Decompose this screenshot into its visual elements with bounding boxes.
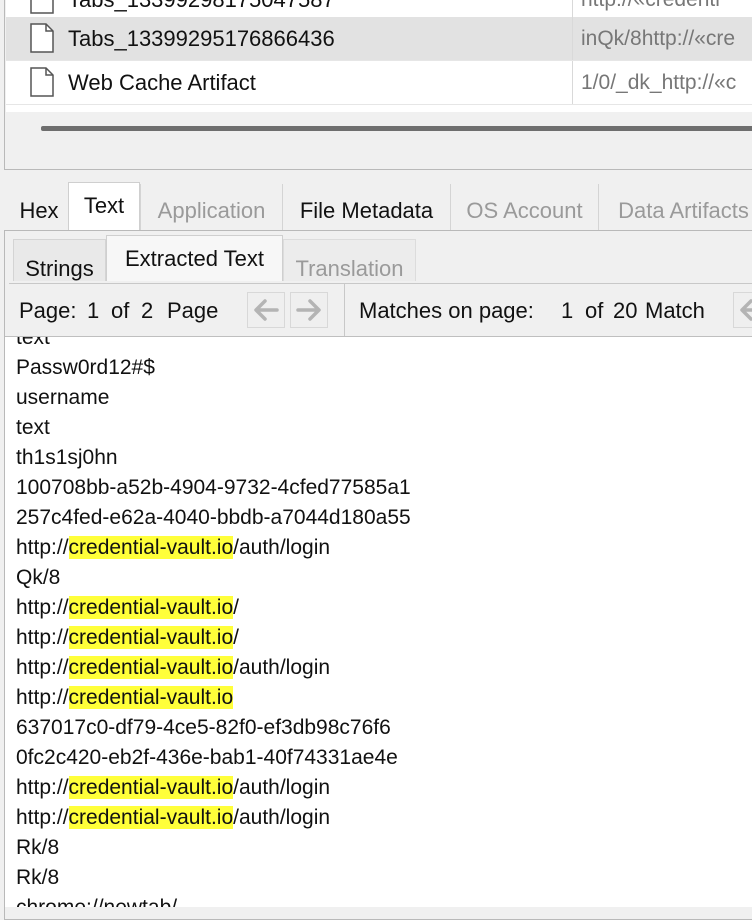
file-value: 1/0/_dk_http://«c — [581, 71, 737, 94]
horizontal-scrollbar[interactable] — [5, 112, 752, 142]
text-line: Qk/8 — [16, 566, 61, 589]
file-icon — [30, 0, 54, 14]
text-line: 637017c0-df79-4ce5-82f0-ef3db98c76f6 — [16, 716, 391, 739]
match-of-label: of — [585, 298, 604, 323]
search-highlight: credential-vault.io — [68, 536, 234, 559]
file-list-body: Tabs_13399298175047587 http://«credenti … — [6, 0, 752, 112]
search-highlight: credential-vault.io — [68, 776, 234, 799]
arrow-right-icon — [296, 299, 321, 321]
search-highlight: credential-vault.io — [68, 806, 234, 829]
text-line: username — [16, 386, 110, 409]
file-value: http://«credenti — [581, 0, 720, 12]
page-label: Page: — [19, 298, 77, 323]
text-line: 100708bb-a52b-4904-9732-4cfed77585a1 — [16, 476, 411, 499]
file-name: Web Cache Artifact — [68, 70, 256, 95]
file-icon — [30, 23, 54, 53]
file-list: Tabs_13399298175047587 http://«credenti … — [4, 0, 752, 170]
text-line: http://credential-vault.io/ — [16, 626, 239, 649]
text-line: http://credential-vault.io — [16, 686, 234, 709]
file-row[interactable]: Web Cache Artifact 1/0/_dk_http://«c — [6, 61, 752, 105]
text-line: text — [16, 336, 50, 349]
file-icon — [30, 67, 54, 97]
tab-text[interactable]: Text — [68, 182, 140, 231]
arrow-left-icon — [254, 299, 279, 321]
tab-strings[interactable]: Strings — [13, 239, 106, 281]
tab-application[interactable]: Application — [140, 184, 282, 230]
text-line: http://credential-vault.io/auth/login — [16, 776, 331, 799]
text-line: http://credential-vault.io/ — [16, 596, 239, 619]
file-name: Tabs_13399298175047587 — [68, 0, 335, 13]
tab-os-account[interactable]: OS Account — [450, 184, 598, 230]
scrollbar-thumb[interactable] — [41, 126, 752, 131]
text-line: http://credential-vault.io/auth/login — [16, 806, 331, 829]
search-highlight: credential-vault.io — [68, 626, 234, 649]
text-line: 0fc2c420-eb2f-436e-bab1-40f74331ae4e — [16, 746, 398, 769]
name-cell: Web Cache Artifact — [6, 61, 573, 104]
text-toolbar: Page: 1 of 2 Page Matches on page: 1 of … — [9, 283, 752, 338]
page-of-label: of — [111, 298, 130, 323]
tab-translation[interactable]: Translation — [283, 239, 416, 281]
file-name: Tabs_13399295176866436 — [68, 26, 335, 51]
prev-page-button[interactable] — [247, 292, 285, 328]
search-highlight: credential-vault.io — [68, 596, 234, 619]
matches-label: Matches on page: — [359, 298, 534, 323]
tab-data-artifacts[interactable]: Data Artifacts — [598, 184, 752, 230]
arrow-left-icon — [740, 299, 752, 321]
text-line: text — [16, 416, 50, 439]
match-current: 1 — [561, 298, 574, 323]
text-line: Rk/8 — [16, 866, 60, 889]
tab-hex[interactable]: Hex — [10, 184, 68, 230]
search-highlight: credential-vault.io — [68, 656, 234, 679]
match-total: 20 — [613, 298, 638, 323]
text-line: http://credential-vault.io/auth/login — [16, 536, 331, 559]
next-page-button[interactable] — [290, 292, 328, 328]
page-unit-label: Page — [167, 298, 219, 323]
extracted-text-lines: text Passw0rd12#$ username text th1s1sj0hn 10… — [16, 336, 411, 907]
toolbar-separator — [344, 284, 345, 338]
extracted-text-area[interactable]: text Passw0rd12#$ username text th1s1sj0hn 10… — [5, 336, 752, 907]
text-line: http://credential-vault.io/auth/login — [16, 656, 331, 679]
page-total: 2 — [141, 298, 154, 323]
text-line: th1s1sj0hn — [16, 446, 118, 469]
file-value: inQk/8http://«cre — [581, 27, 736, 50]
tab-file-metadata[interactable]: File Metadata — [282, 184, 450, 230]
text-line: chrome://newtab/ — [16, 893, 411, 907]
match-unit-label: Match — [645, 298, 705, 323]
prev-match-button[interactable] — [733, 292, 752, 328]
name-cell: Tabs_13399295176866436 — [6, 17, 573, 60]
search-highlight: credential-vault.io — [68, 686, 234, 709]
page-current: 1 — [87, 298, 100, 323]
tab-extracted-text[interactable]: Extracted Text — [106, 235, 283, 281]
text-line: Rk/8 — [16, 836, 60, 859]
text-line: 257c4fed-e62a-4040-bbdb-a7044d180a55 — [16, 506, 411, 529]
file-row-selected[interactable]: Tabs_13399295176866436 inQk/8http://«cre — [6, 17, 752, 61]
value-cell: inQk/8http://«cre — [573, 17, 752, 60]
text-line: Passw0rd12#$ — [16, 356, 155, 379]
value-cell: 1/0/_dk_http://«c — [573, 61, 752, 104]
